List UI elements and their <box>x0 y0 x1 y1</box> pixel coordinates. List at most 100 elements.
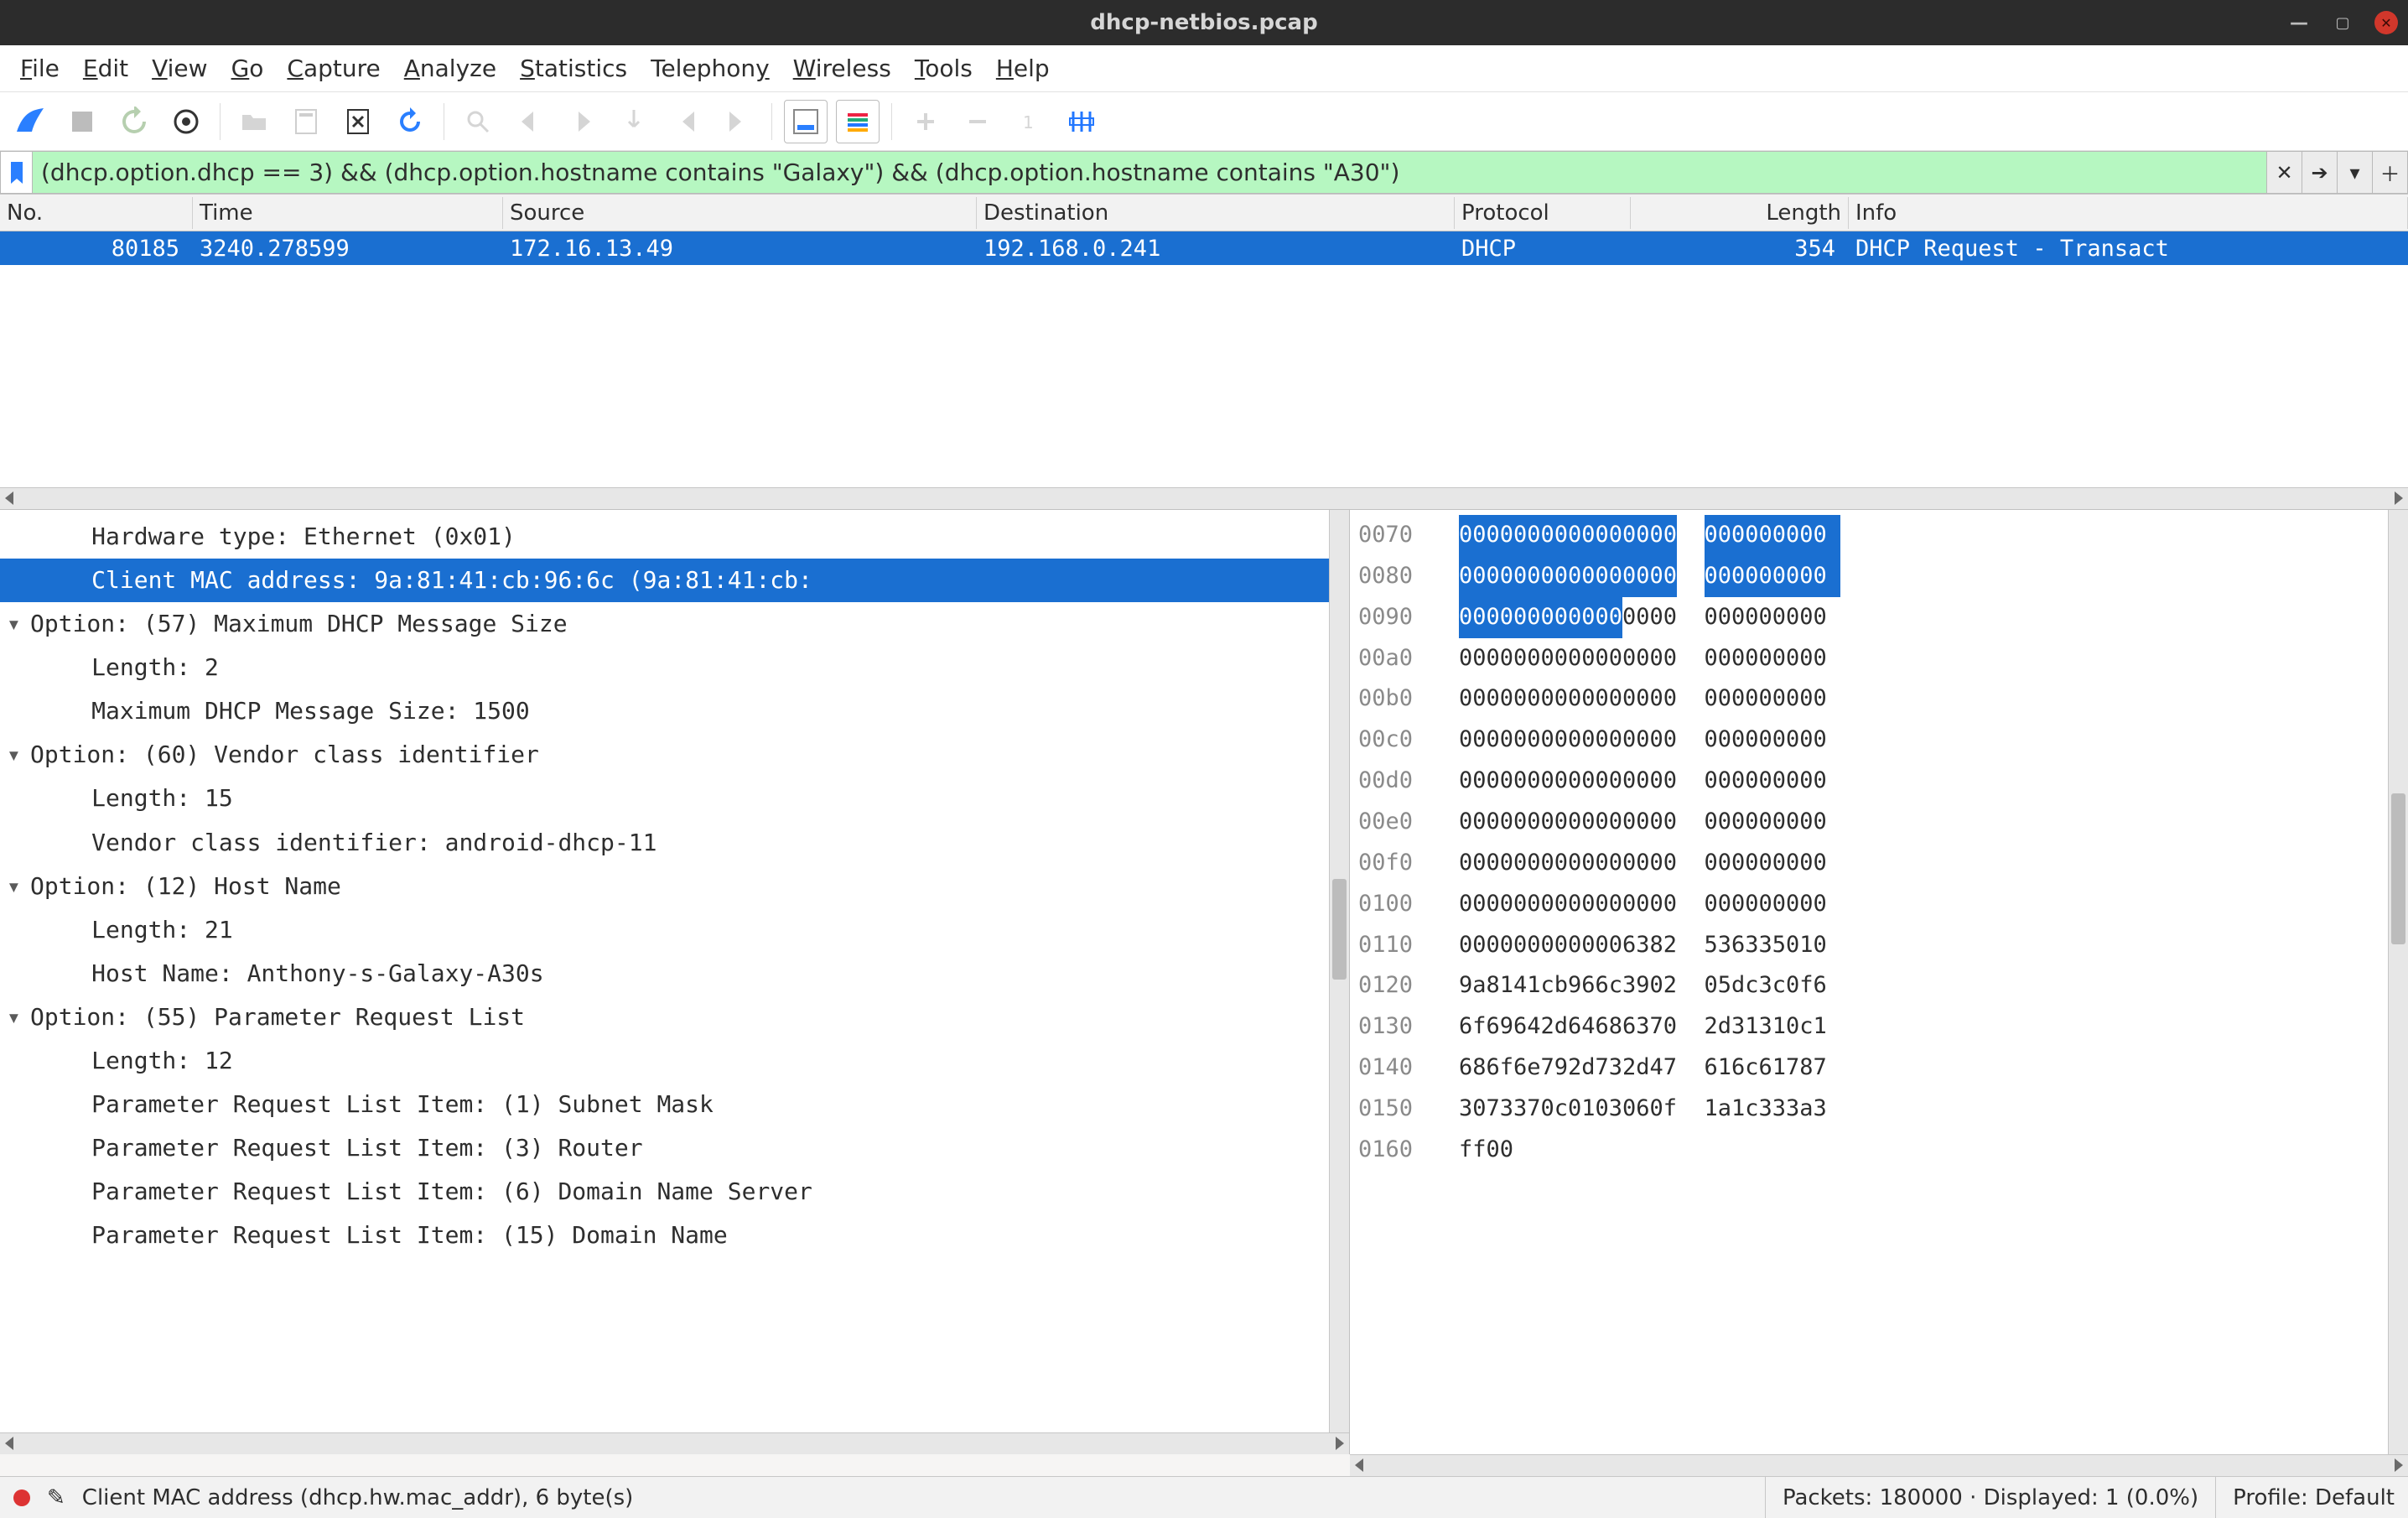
tree-node[interactable]: Host Name: Anthony-s-Galaxy-A30s <box>0 952 1329 996</box>
packet-bytes-vscrollbar[interactable] <box>2388 510 2408 1454</box>
menu-help[interactable]: Help <box>996 55 1050 82</box>
menu-file[interactable]: File <box>20 55 60 82</box>
tree-node[interactable]: Hardware type: Ethernet (0x01) <box>0 515 1329 559</box>
resize-columns-icon[interactable] <box>1060 100 1103 143</box>
filter-add-button[interactable]: ＋ <box>2373 151 2408 194</box>
tree-node[interactable]: ▾Option: (12) Host Name <box>0 865 1329 908</box>
tree-node[interactable]: ▾Option: (60) Vendor class identifier <box>0 733 1329 777</box>
column-time[interactable]: Time <box>193 197 503 229</box>
window-maximize-button[interactable] <box>2331 11 2354 34</box>
filter-apply-button[interactable]: ➔ <box>2302 151 2338 194</box>
hex-row[interactable]: 00d0 00 00 00 00 00 00 00 00 00 00 00 00… <box>1350 761 2388 802</box>
shark-fin-icon[interactable] <box>8 100 52 143</box>
tree-node[interactable]: Length: 21 <box>0 908 1329 952</box>
goto-last-icon[interactable] <box>716 100 760 143</box>
tree-node[interactable]: Length: 15 <box>0 777 1329 820</box>
stop-icon[interactable] <box>60 100 104 143</box>
cell-dst: 192.168.0.241 <box>977 234 1455 263</box>
hex-row[interactable]: 00f0 00 00 00 00 00 00 00 00 00 00 00 00… <box>1350 843 2388 884</box>
tree-node[interactable]: Client MAC address: 9a:81:41:cb:96:6c (9… <box>0 559 1329 602</box>
expert-info-icon[interactable] <box>13 1489 30 1506</box>
tree-node[interactable]: Parameter Request List Item: (1) Subnet … <box>0 1083 1329 1126</box>
filter-dropdown-button[interactable]: ▾ <box>2338 151 2373 194</box>
hex-row[interactable]: 00e0 00 00 00 00 00 00 00 00 00 00 00 00… <box>1350 802 2388 843</box>
menu-analyze[interactable]: Analyze <box>404 55 496 82</box>
hex-row[interactable]: 0080 00 00 00 00 00 00 00 00 00 00 00 00… <box>1350 556 2388 597</box>
tree-node[interactable]: Parameter Request List Item: (6) Domain … <box>0 1170 1329 1214</box>
restart-icon[interactable] <box>112 100 156 143</box>
packet-details-hscrollbar[interactable] <box>0 1432 1349 1454</box>
find-icon[interactable] <box>456 100 500 143</box>
statusbar: ✎ Client MAC address (dhcp.hw.mac_addr),… <box>0 1476 2408 1518</box>
menu-statistics[interactable]: Statistics <box>520 55 627 82</box>
hex-row[interactable]: 0130 6f 69 64 2d 64 68 63 70 2d 31 31 0c… <box>1350 1006 2388 1048</box>
zoom-in-icon[interactable] <box>904 100 947 143</box>
tree-node[interactable]: Parameter Request List Item: (15) Domain… <box>0 1214 1329 1257</box>
menu-capture[interactable]: Capture <box>287 55 380 82</box>
status-field-label: Client MAC address (dhcp.hw.mac_addr), 6… <box>82 1485 634 1510</box>
hex-row[interactable]: 0140 68 6f 6e 79 2d 73 2d 47 61 6c 61 78… <box>1350 1048 2388 1089</box>
back-icon[interactable] <box>508 100 552 143</box>
tree-node[interactable]: Length: 2 <box>0 646 1329 689</box>
jump-icon[interactable] <box>612 100 656 143</box>
status-profile[interactable]: Profile: Default <box>2215 1477 2395 1518</box>
window-minimize-button[interactable] <box>2287 11 2311 34</box>
status-packets: Packets: 180000 · Displayed: 1 (0.0%) <box>1765 1477 2198 1518</box>
menubar: File Edit View Go Capture Analyze Statis… <box>0 45 2408 92</box>
menu-go[interactable]: Go <box>231 55 264 82</box>
svg-text:1: 1 <box>1023 112 1034 133</box>
hex-row[interactable]: 0150 30 73 37 0c 01 03 06 0f 1a 1c 33 3a… <box>1350 1089 2388 1130</box>
column-info[interactable]: Info <box>1849 197 2408 229</box>
tree-node[interactable]: Length: 12 <box>0 1039 1329 1083</box>
colorize-icon[interactable] <box>836 100 880 143</box>
menu-edit[interactable]: Edit <box>83 55 128 82</box>
menu-wireless[interactable]: Wireless <box>793 55 891 82</box>
hex-row[interactable]: 00b0 00 00 00 00 00 00 00 00 00 00 00 00… <box>1350 678 2388 720</box>
tree-node[interactable]: Maximum DHCP Message Size: 1500 <box>0 689 1329 733</box>
tree-node[interactable]: Parameter Request List Item: (3) Router <box>0 1126 1329 1170</box>
close-file-icon[interactable] <box>336 100 380 143</box>
hex-row[interactable]: 00a0 00 00 00 00 00 00 00 00 00 00 00 00… <box>1350 638 2388 679</box>
save-file-icon[interactable] <box>284 100 328 143</box>
hex-row[interactable]: 0120 9a 81 41 cb 96 6c 39 02 05 dc 3c 0f… <box>1350 965 2388 1006</box>
packet-bytes-hscrollbar[interactable] <box>1350 1454 2408 1476</box>
zoom-reset-icon[interactable]: 1 <box>1008 100 1051 143</box>
column-destination[interactable]: Destination <box>977 197 1455 229</box>
zoom-out-icon[interactable] <box>956 100 999 143</box>
filter-clear-button[interactable]: ✕ <box>2267 151 2302 194</box>
hex-row[interactable]: 0100 00 00 00 00 00 00 00 00 00 00 00 00… <box>1350 884 2388 925</box>
hex-row[interactable]: 0070 00 00 00 00 00 00 00 00 00 00 00 00… <box>1350 515 2388 556</box>
packet-list-header: No. Time Source Destination Protocol Len… <box>0 195 2408 231</box>
packet-details-tree[interactable]: Hardware type: Ethernet (0x01) Client MA… <box>0 510 1329 1432</box>
tree-node[interactable]: ▾Option: (57) Maximum DHCP Message Size <box>0 602 1329 646</box>
menu-view[interactable]: View <box>152 55 207 82</box>
packet-details-vscrollbar[interactable] <box>1329 510 1349 1432</box>
tree-node[interactable]: ▾Option: (55) Parameter Request List <box>0 996 1329 1039</box>
menu-tools[interactable]: Tools <box>915 55 973 82</box>
options-gear-icon[interactable] <box>164 100 208 143</box>
hex-row[interactable]: 0160 ff 00 <box>1350 1130 2388 1171</box>
window-titlebar: dhcp-netbios.pcap <box>0 0 2408 45</box>
edit-icon[interactable]: ✎ <box>47 1485 65 1510</box>
column-length[interactable]: Length <box>1631 197 1849 229</box>
hex-row[interactable]: 0090 00 00 00 00 00 00 00 00 00 00 00 00… <box>1350 597 2388 638</box>
forward-icon[interactable] <box>560 100 604 143</box>
reload-icon[interactable] <box>388 100 432 143</box>
display-filter-input[interactable] <box>32 151 2267 194</box>
tree-node[interactable]: Vendor class identifier: android-dhcp-11 <box>0 821 1329 865</box>
column-source[interactable]: Source <box>503 197 977 229</box>
open-file-icon[interactable] <box>232 100 276 143</box>
hex-row[interactable]: 0110 00 00 00 00 00 00 63 82 53 63 35 01… <box>1350 925 2388 966</box>
packet-bytes-hex[interactable]: 0070 00 00 00 00 00 00 00 00 00 00 00 00… <box>1350 510 2388 1454</box>
column-no[interactable]: No. <box>0 197 193 229</box>
window-close-button[interactable] <box>2374 11 2398 34</box>
menu-telephony[interactable]: Telephony <box>651 55 770 82</box>
packet-row[interactable]: 80185 3240.278599 172.16.13.49 192.168.0… <box>0 231 2408 265</box>
packet-list-hscrollbar[interactable] <box>0 487 2408 509</box>
hex-row[interactable]: 00c0 00 00 00 00 00 00 00 00 00 00 00 00… <box>1350 720 2388 761</box>
goto-first-icon[interactable] <box>664 100 708 143</box>
packet-list[interactable]: 80185 3240.278599 172.16.13.49 192.168.0… <box>0 231 2408 487</box>
auto-scroll-icon[interactable] <box>784 100 828 143</box>
column-protocol[interactable]: Protocol <box>1455 197 1631 229</box>
filter-bookmark-button[interactable] <box>0 151 32 194</box>
